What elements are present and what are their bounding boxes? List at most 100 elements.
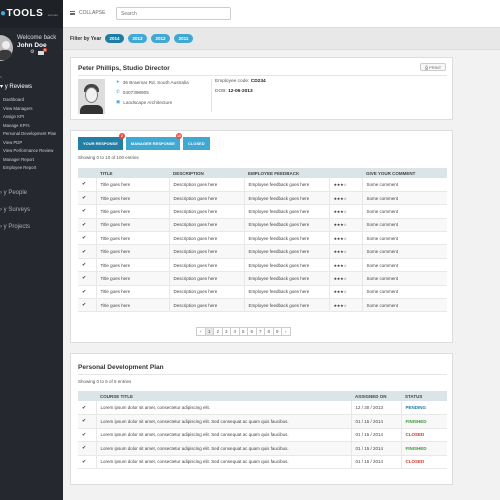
sidebar: ●TOOLS .com.au Welcome back John Doe ⚙ 5… (0, 0, 63, 500)
table-row: ✔ Lorem ipsum dolor sit amet, consectetur… (78, 401, 447, 415)
profile-address: ➤ 36 Braemar Rd. South Australia (116, 79, 189, 85)
avatar[interactable] (0, 35, 13, 61)
year-pill-2012[interactable]: 2012 (151, 34, 170, 43)
rating-cell: ★★★☆ (328, 204, 362, 219)
user-name: John Doe (17, 42, 47, 49)
rating-stars[interactable]: ★★★☆ (334, 196, 348, 201)
year-pill-2014[interactable]: 2014 (105, 34, 124, 43)
check-icon[interactable]: ✔ (82, 209, 87, 214)
rating-stars[interactable]: ★★★☆ (334, 181, 348, 187)
user-icons: ⚙ 5 (30, 48, 47, 55)
sidebar-sub-item[interactable]: Employee Report (0, 164, 63, 173)
check-icon[interactable]: ✔ (82, 236, 87, 241)
check-icon[interactable]: ✔ (82, 289, 87, 295)
sidebar-sub-item[interactable]: View PDP (0, 139, 63, 148)
check-icon[interactable]: ✔ (82, 276, 87, 281)
star-empty-icon: ☆ (343, 181, 347, 187)
sidebar-sub-menu: Dashboard View Managers Assign KPI Manage K… (0, 96, 63, 173)
year-pill-2011[interactable]: 2011 (174, 34, 193, 43)
check-icon[interactable]: ✔ (82, 263, 87, 268)
rating-cell: ★★★☆ (328, 271, 362, 286)
sidebar-item-surveys[interactable]: › y Surveys (0, 207, 30, 213)
logo-subtitle: .com.au (47, 13, 58, 17)
sidebar-item-reviews[interactable]: ▾ y Reviews (0, 83, 32, 90)
tab-manager-response[interactable]: MANAGER RESPONSE 10 (125, 133, 182, 150)
table-cell: Description goes here (168, 285, 244, 300)
course-title-cell: Lorem ipsum dolor sit amet, consectetur … (95, 455, 351, 469)
pager-next[interactable]: › (281, 327, 291, 336)
rating-cell: ★★★☆ (328, 258, 362, 273)
sidebar-sub-item[interactable]: Manager Report (0, 156, 63, 165)
star-empty-icon: ☆ (343, 262, 347, 268)
rating-stars[interactable]: ★★★☆ (334, 208, 348, 214)
comment-cell[interactable]: Some comment (361, 191, 447, 206)
comment-cell[interactable]: Some comment (361, 258, 447, 273)
check-icon[interactable]: ✔ (82, 432, 87, 438)
sidebar-sub-item[interactable]: View Managers (0, 105, 63, 114)
table-cell: Description goes here (168, 204, 244, 219)
table-cell: Employee feedback goes here (243, 231, 329, 246)
star-empty-icon: ☆ (343, 208, 347, 214)
comment-cell[interactable]: Some comment (361, 298, 447, 313)
check-icon[interactable]: ✔ (82, 249, 87, 255)
table-cell: Title goes here (95, 231, 169, 246)
table-cell: Description goes here (168, 191, 244, 206)
comment-cell[interactable]: Some comment (361, 218, 447, 233)
star-empty-icon: ☆ (343, 235, 347, 241)
check-icon[interactable]: ✔ (82, 446, 87, 451)
tab-closed[interactable]: CLOSED (182, 137, 210, 150)
sidebar-sub-item[interactable]: Dashboard (0, 96, 63, 105)
comment-cell[interactable]: Some comment (361, 285, 447, 300)
checkbox-cell: ✔ (78, 218, 96, 233)
collapse-button[interactable]: COLLAPSE (70, 10, 105, 16)
gear-icon[interactable]: ⚙ (30, 50, 35, 55)
checkbox-cell: ✔ (78, 271, 96, 286)
table-cell: Title goes here (95, 191, 169, 206)
divider (78, 75, 447, 76)
star-empty-icon: ☆ (343, 302, 347, 308)
sidebar-item-projects[interactable]: › y Projects (0, 224, 30, 230)
table-cell: Employee feedback goes here (243, 218, 329, 233)
check-icon[interactable]: ✔ (82, 459, 87, 465)
check-icon[interactable]: ✔ (82, 419, 87, 424)
rating-stars[interactable]: ★★★☆ (334, 249, 348, 254)
check-icon[interactable]: ✔ (82, 182, 87, 187)
check-icon[interactable]: ✔ (82, 222, 87, 228)
column-header: STATUS (401, 391, 447, 401)
check-icon[interactable]: ✔ (82, 196, 87, 201)
comment-cell[interactable]: Some comment (361, 231, 447, 246)
tab-your-response[interactable]: YOUR RESPONSE 2 (78, 133, 125, 150)
sidebar-sub-item[interactable]: Assign KPI (0, 113, 63, 122)
sidebar-sub-item[interactable]: Personal Development Plan (0, 130, 63, 139)
rating-stars[interactable]: ★★★☆ (334, 275, 348, 281)
print-button[interactable]: ⎙ PRINT (420, 63, 446, 71)
year-pill-2013[interactable]: 2013 (128, 34, 147, 43)
comment-cell[interactable]: Some comment (361, 204, 447, 219)
sidebar-sub-item[interactable]: View Performance Review (0, 147, 63, 156)
table-header: TITLE DESCRIPTION EMPLOYEE FEEDBACK GIVE YO… (78, 168, 447, 178)
search-input[interactable] (116, 7, 231, 20)
comment-cell[interactable]: Some comment (361, 271, 447, 286)
tab-label: MANAGER RESPONSE (130, 141, 175, 146)
checkbox-cell: ✔ (78, 191, 96, 206)
sidebar-item-people[interactable]: › y People (0, 190, 27, 196)
column-header: TITLE (96, 168, 169, 178)
filter-bar: Filter by Year 2014 2013 2012 2011 (63, 28, 500, 50)
comment-cell[interactable]: Some comment (361, 178, 447, 192)
rating-stars[interactable]: ★★★☆ (334, 262, 348, 268)
rating-stars[interactable]: ★★★☆ (334, 222, 348, 227)
check-icon[interactable]: ✔ (82, 303, 87, 308)
profile-photo (78, 79, 105, 114)
comment-cell[interactable]: Some comment (361, 244, 447, 259)
rating-stars[interactable]: ★★★☆ (334, 235, 348, 241)
star-empty-icon: ☆ (343, 275, 347, 281)
table-cell: Title goes here (95, 244, 169, 259)
logo[interactable]: ●TOOLS (0, 8, 43, 19)
mail-icon[interactable]: 5 (38, 48, 47, 55)
rating-stars[interactable]: ★★★☆ (334, 302, 348, 308)
sidebar-sub-item[interactable]: Manage KPI's (0, 122, 63, 131)
tab-badge: 2 (118, 133, 125, 139)
rating-stars[interactable]: ★★★☆ (334, 289, 348, 294)
check-icon[interactable]: ✔ (82, 405, 87, 411)
pdp-table: COURSE TITLE ASSIGNED ON STATUS ✔ Lorem ips… (78, 391, 447, 469)
